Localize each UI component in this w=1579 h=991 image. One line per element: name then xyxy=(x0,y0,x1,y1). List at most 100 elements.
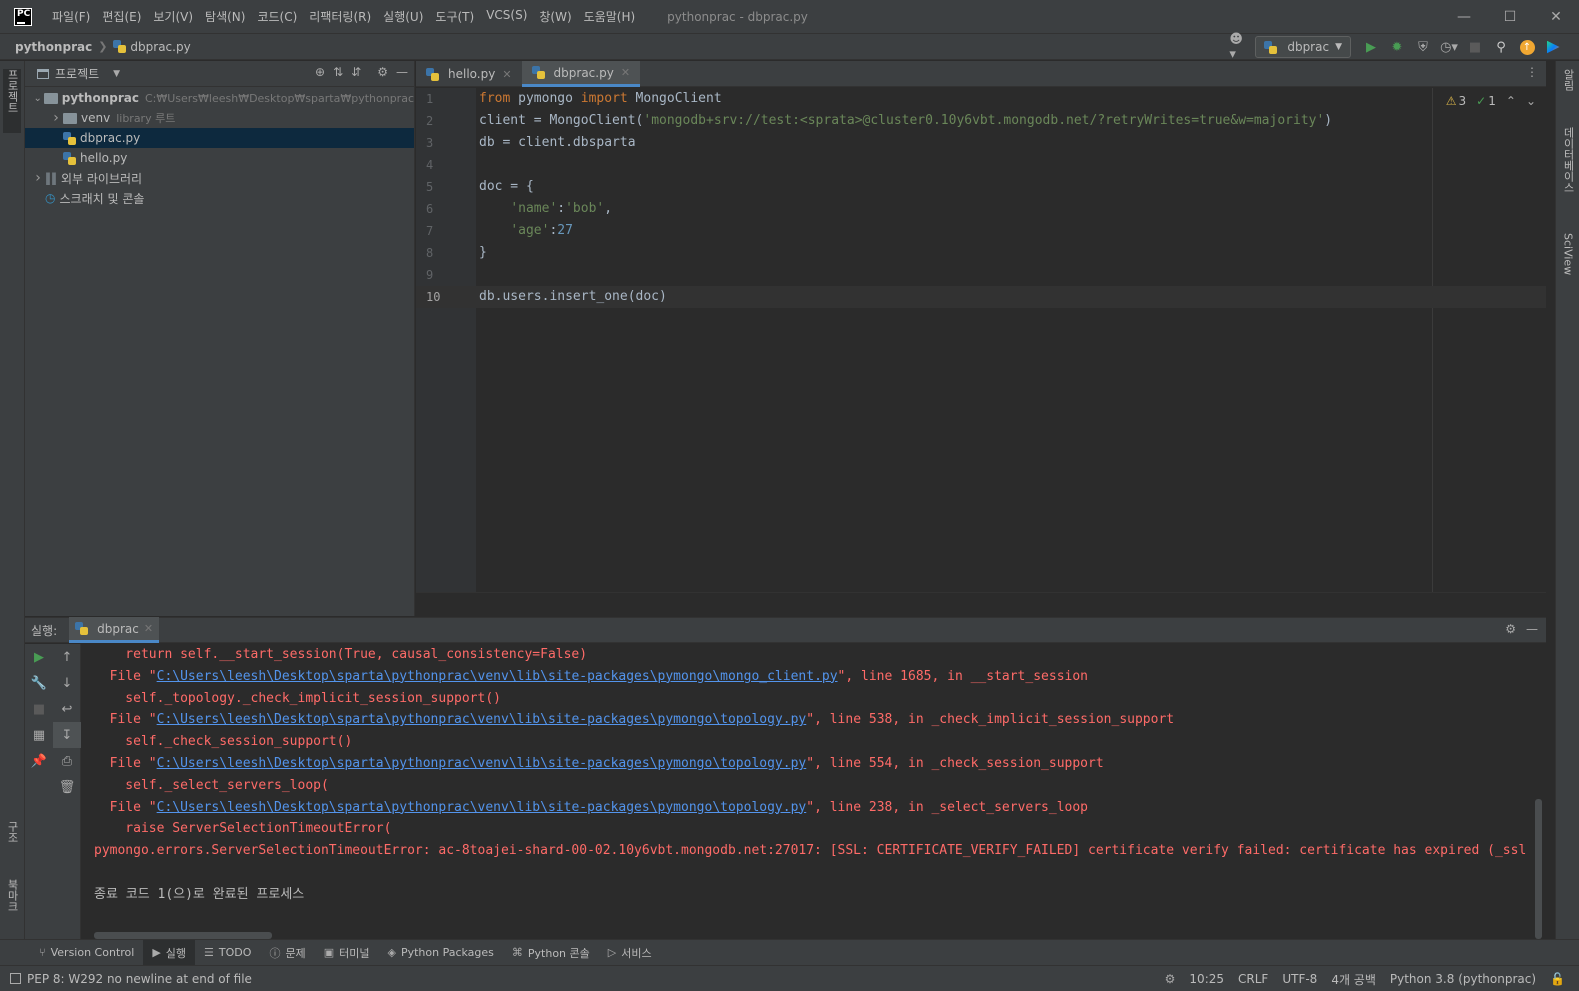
previous-highlight-icon[interactable]: ⌃ xyxy=(1506,94,1516,108)
breadcrumb-file[interactable]: dbprac.py xyxy=(130,40,190,54)
debug-icon[interactable]: ✹ xyxy=(1387,37,1407,57)
python-interpreter[interactable]: Python 3.8 (pythonprac) xyxy=(1390,972,1536,986)
lock-icon[interactable]: 🔓 xyxy=(1550,972,1565,986)
gear-icon[interactable]: ⚙ xyxy=(377,65,388,79)
code-line[interactable]: 2 client = MongoClient('mongodb+srv://tes… xyxy=(416,110,1546,132)
more-tabs-icon[interactable]: ⋮ xyxy=(1526,65,1538,79)
tool-window-button[interactable]: ⓘ 문제 xyxy=(260,940,314,966)
code-line[interactable]: 8} xyxy=(416,242,1546,264)
menu-item[interactable]: 도구(T) xyxy=(429,8,480,25)
sciview-tool-tab[interactable]: SciView xyxy=(1559,233,1577,293)
close-icon[interactable]: ✕ xyxy=(1533,0,1579,34)
tab-dbprac-py[interactable]: dbprac.py ✕ xyxy=(521,61,641,87)
run-configuration-select[interactable]: dbprac ▼ xyxy=(1255,36,1351,58)
run-icon[interactable]: ▶ xyxy=(1361,37,1381,57)
vertical-scrollbar[interactable] xyxy=(1535,799,1542,939)
tree-item[interactable]: ◷ 스크래치 및 콘솔 xyxy=(25,188,414,208)
code-line[interactable]: 7 'age':27 xyxy=(416,220,1546,242)
bookmarks-tool-tab[interactable]: 북마크 xyxy=(3,879,21,935)
console-file-link[interactable]: C:\Users\leesh\Desktop\sparta\pythonprac… xyxy=(157,756,807,771)
code-line[interactable]: 4 xyxy=(416,154,1546,176)
chevron-right-icon[interactable]: › xyxy=(49,110,63,126)
chevron-down-icon[interactable]: ▼ xyxy=(113,69,120,79)
tree-item[interactable]: dbprac.py xyxy=(25,128,414,148)
tool-window-button[interactable]: ⑂ Version Control xyxy=(30,940,143,966)
code-line[interactable]: 5 doc = { xyxy=(416,176,1546,198)
file-encoding[interactable]: UTF-8 xyxy=(1282,972,1317,986)
menu-item[interactable]: 실행(U) xyxy=(377,8,429,25)
tree-item[interactable]: › venv library 루트 xyxy=(25,108,414,128)
tool-window-button[interactable]: ▶ 실행 xyxy=(143,939,196,966)
minimize-icon[interactable]: — xyxy=(1441,0,1487,34)
tree-item[interactable]: hello.py xyxy=(25,148,414,168)
menu-item[interactable]: 탐색(N) xyxy=(199,8,251,25)
horizontal-scrollbar[interactable] xyxy=(94,932,272,939)
code-line[interactable]: 1 from pymongo import MongoClient xyxy=(416,88,1546,110)
menu-item[interactable]: VCS(S) xyxy=(480,8,533,25)
chevron-right-icon[interactable]: › xyxy=(31,170,45,186)
console-file-link[interactable]: C:\Users\leesh\Desktop\sparta\pythonprac… xyxy=(157,669,838,684)
menu-item[interactable]: 리팩터링(R) xyxy=(303,8,377,25)
tool-window-button[interactable]: ◈ Python Packages xyxy=(378,940,502,966)
pin-icon[interactable]: 📌 xyxy=(25,748,53,774)
code-editor[interactable]: 1 from pymongo import MongoClient 2 client … xyxy=(416,88,1546,592)
menu-item[interactable]: 보기(V) xyxy=(147,8,199,25)
rerun-icon[interactable]: ▶ xyxy=(25,644,53,670)
project-panel-title[interactable]: 프로젝트 xyxy=(55,65,99,82)
tree-item[interactable]: › ‖‖ 외부 라이브러리 xyxy=(25,168,414,188)
scroll-to-end-icon[interactable]: ↧ xyxy=(53,722,81,748)
notifications-tool-tab[interactable]: 알림 xyxy=(1559,69,1577,109)
collapse-all-icon[interactable]: ⇵ xyxy=(351,65,361,79)
coverage-icon[interactable]: ⛨ xyxy=(1413,37,1433,57)
expand-all-icon[interactable]: ⇅ xyxy=(333,65,343,79)
code-line[interactable]: 9 xyxy=(416,264,1546,286)
arrow-down-icon[interactable]: ↓ xyxy=(53,670,81,696)
structure-tool-tab[interactable]: 구조 xyxy=(3,821,21,861)
run-console-output[interactable]: return self.__start_session(True, causal… xyxy=(82,644,1546,939)
code-line[interactable]: 10 db.users.insert_one(doc) xyxy=(416,286,1546,308)
user-icon[interactable]: ☻▾ xyxy=(1229,32,1249,62)
line-separator[interactable]: CRLF xyxy=(1238,972,1268,986)
breadcrumb-project[interactable]: pythonprac xyxy=(15,40,92,54)
background-tasks-icon[interactable]: ⚙ xyxy=(1165,972,1176,986)
layout-icon[interactable]: ▦ xyxy=(25,722,53,748)
code-line[interactable]: 6 'name':'bob', xyxy=(416,198,1546,220)
maximize-icon[interactable]: ☐ xyxy=(1487,0,1533,34)
tab-hello-py[interactable]: hello.py ✕ xyxy=(416,61,522,87)
tool-window-button[interactable]: ▣ 터미널 xyxy=(315,940,379,966)
run-tab-dbprac[interactable]: dbprac ✕ xyxy=(69,617,160,643)
tool-window-button[interactable]: ☰ TODO xyxy=(195,940,260,966)
menu-item[interactable]: 창(W) xyxy=(533,8,577,25)
menu-item[interactable]: 편집(E) xyxy=(96,8,147,25)
toggle-panels-icon[interactable] xyxy=(10,973,21,984)
caret-position[interactable]: 10:25 xyxy=(1189,972,1224,986)
hide-icon[interactable]: — xyxy=(1526,622,1538,636)
project-tool-tab[interactable]: 프로젝트 xyxy=(3,69,21,133)
arrow-up-icon[interactable]: ↑ xyxy=(53,644,81,670)
locate-icon[interactable]: ⊕ xyxy=(315,65,325,79)
tool-window-button[interactable]: ▷ 서비스 xyxy=(599,940,661,966)
console-file-link[interactable]: C:\Users\leesh\Desktop\sparta\pythonprac… xyxy=(157,800,807,815)
menu-item[interactable]: 파일(F) xyxy=(46,8,96,25)
indent-setting[interactable]: 4개 공백 xyxy=(1331,971,1376,988)
next-highlight-icon[interactable]: ⌄ xyxy=(1526,94,1536,108)
gear-icon[interactable]: ⚙ xyxy=(1505,622,1516,636)
code-line[interactable]: 3 db = client.dbsparta xyxy=(416,132,1546,154)
hide-icon[interactable]: — xyxy=(396,65,408,79)
search-icon[interactable]: ⚲ xyxy=(1491,37,1511,57)
update-icon[interactable]: ↑ xyxy=(1517,37,1537,57)
menu-item[interactable]: 코드(C) xyxy=(251,8,303,25)
profile-icon[interactable]: ◷▾ xyxy=(1439,37,1459,57)
database-tool-tab[interactable]: 데이터베이스 xyxy=(1559,127,1577,213)
jetbrains-icon[interactable] xyxy=(1543,37,1563,57)
chevron-down-icon[interactable]: ⌄ xyxy=(31,93,44,104)
print-icon[interactable]: ⎙ xyxy=(53,748,81,774)
close-tab-icon[interactable]: ✕ xyxy=(621,66,630,79)
tool-window-button[interactable]: ⌘ Python 콘솔 xyxy=(503,940,599,966)
pycharm-logo-icon[interactable]: PC xyxy=(14,7,32,26)
tree-item[interactable]: ⌄ pythonprac C:₩Users₩leesh₩Desktop₩sparta… xyxy=(25,88,414,108)
trash-icon[interactable]: 🗑 xyxy=(53,774,81,800)
close-tab-icon[interactable]: ✕ xyxy=(502,68,511,81)
menu-item[interactable]: 도움말(H) xyxy=(578,8,642,25)
inspection-widget[interactable]: ⚠ 3 ✓ 1 ⌃ ⌄ xyxy=(1446,94,1536,108)
